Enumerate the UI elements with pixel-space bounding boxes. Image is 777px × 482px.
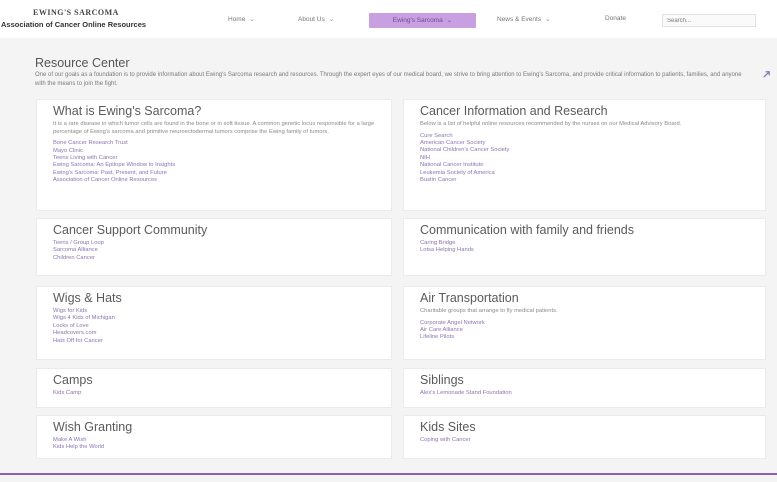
resource-link[interactable]: Make A Wish (53, 437, 379, 444)
nav-label: News & Events (497, 16, 542, 23)
card-title: Wigs & Hats (53, 291, 122, 305)
resource-link[interactable]: Bustin Cancer (420, 177, 753, 184)
link-list: Corporate Angel Network Air Care Allianc… (420, 320, 753, 342)
card-kids-sites: Kids Sites Coping with Cancer (403, 415, 766, 459)
card-description: Below is a list of helpful online resour… (420, 121, 682, 127)
resource-link[interactable]: Wigs 4 Kids of Michigan (53, 315, 379, 322)
link-list: Teens / Group Loop Sarcoma Alliance Chil… (53, 240, 379, 262)
card-title: Wish Granting (53, 420, 133, 434)
card-title: Cancer Information and Research (420, 104, 608, 118)
nav-item-ewings-sarcoma[interactable]: Ewing's Sarcoma ⌄ (369, 13, 476, 28)
card-cancer-information-research: Cancer Information and Research Below is… (403, 99, 766, 211)
page-intro: One of our goals as a foundation is to p… (35, 72, 742, 87)
nav-item-news-events[interactable]: News & Events ⌄ (497, 15, 551, 33)
card-title: Air Transportation (420, 291, 519, 305)
resource-link[interactable]: Children Cancer (53, 255, 379, 262)
resource-link[interactable]: Alex's Lemonade Stand Foundation (420, 390, 753, 397)
card-title: Kids Sites (420, 420, 476, 434)
resource-link[interactable]: American Cancer Society (420, 140, 753, 147)
logo-title: EWING'S SARCOMA (33, 8, 119, 17)
nav-label: Home (228, 16, 246, 23)
resource-link[interactable]: Ewing Sarcoma: An Epitope Window to Insi… (53, 162, 379, 169)
site-logo[interactable]: EWING'S SARCOMA Association of Cancer On… (0, 7, 222, 33)
resource-link[interactable]: Hats Off for Cancer (53, 338, 379, 345)
resource-link[interactable]: Wigs for Kids (53, 308, 379, 315)
nav-label: About Us (298, 16, 325, 23)
resource-link[interactable]: Caring Bridge (420, 240, 753, 247)
card-title: Cancer Support Community (53, 223, 208, 237)
card-description: Charitable groups that arrange to fly me… (420, 308, 558, 314)
card-what-is-ewings-sarcoma: What is Ewing's Sarcoma? It is a rare di… (36, 99, 392, 211)
resource-link[interactable]: Mayo Clinic (53, 148, 379, 155)
link-list: Caring Bridge Lotsa Helping Hands (420, 240, 753, 255)
page-title: Resource Center (35, 56, 130, 70)
link-list: Kids Camp (53, 390, 379, 397)
nav-item-about-us[interactable]: About Us ⌄ (298, 15, 334, 33)
nav-label: Ewing's Sarcoma (392, 17, 443, 24)
resource-link[interactable]: National Cancer Institute (420, 162, 753, 169)
resource-link[interactable]: Cure Search (420, 133, 753, 140)
resource-link[interactable]: NIH (420, 155, 753, 162)
link-list: Cure Search American Cancer Society Nati… (420, 133, 753, 185)
resource-link[interactable]: Bone Cancer Research Trust (53, 140, 379, 147)
arrow-icon[interactable] (762, 70, 771, 79)
card-title: Camps (53, 373, 93, 387)
chevron-down-icon: ⌄ (249, 16, 255, 23)
resource-link[interactable]: Leukemia Society of America (420, 170, 753, 177)
nav-item-home[interactable]: Home ⌄ (228, 15, 255, 33)
chevron-down-icon: ⌄ (545, 16, 551, 23)
resource-link[interactable]: Association of Cancer Online Resources (53, 177, 379, 184)
resource-link[interactable]: Headcovers.com (53, 330, 379, 337)
resource-link[interactable]: Ewing's Sarcoma: Past, Present, and Futu… (53, 170, 379, 177)
card-siblings: Siblings Alex's Lemonade Stand Foundatio… (403, 368, 766, 408)
top-navigation-bar: EWING'S SARCOMA Association of Cancer On… (0, 0, 777, 38)
link-list: Coping with Cancer (420, 437, 753, 444)
card-air-transportation: Air Transportation Charitable groups tha… (403, 286, 766, 360)
card-wigs-hats: Wigs & Hats Wigs for Kids Wigs 4 Kids of… (36, 286, 392, 360)
logo-subtitle: Association of Cancer Online Resources (1, 20, 147, 29)
resource-link[interactable]: Teens / Group Loop (53, 240, 379, 247)
chevron-down-icon: ⌄ (446, 17, 453, 24)
card-communication-family-friends: Communication with family and friends Ca… (403, 218, 766, 276)
search-input[interactable] (662, 14, 756, 27)
footer-divider (0, 473, 777, 475)
resource-link[interactable]: Sarcoma Alliance (53, 247, 379, 254)
nav-item-donate[interactable]: Donate (605, 15, 626, 33)
card-title: Communication with family and friends (420, 223, 634, 237)
link-list: Alex's Lemonade Stand Foundation (420, 390, 753, 397)
chevron-down-icon: ⌄ (328, 16, 335, 23)
resource-link[interactable]: Lotsa Helping Hands (420, 247, 753, 254)
resource-link[interactable]: Kids Camp (53, 390, 379, 397)
resource-link[interactable]: Teens Living with Cancer (53, 155, 379, 162)
nav-label: Donate (605, 15, 626, 22)
resource-link[interactable]: Locks of Love (53, 323, 379, 330)
card-cancer-support-community: Cancer Support Community Teens / Group L… (36, 218, 392, 276)
resource-link[interactable]: Coping with Cancer (420, 437, 753, 444)
resource-link[interactable]: Corporate Angel Network (420, 320, 753, 327)
card-description: It is a rare disease in which tumor cell… (53, 121, 375, 135)
link-list: Wigs for Kids Wigs 4 Kids of Michigan Lo… (53, 308, 379, 345)
card-title: What is Ewing's Sarcoma? (53, 104, 202, 118)
resource-link[interactable]: Air Care Alliance (420, 327, 753, 334)
link-list: Make A Wish Kids Help the World (53, 437, 379, 452)
card-title: Siblings (420, 373, 464, 387)
resource-link[interactable]: Lifeline Pilots (420, 334, 753, 341)
card-wish-granting: Wish Granting Make A Wish Kids Help the … (36, 415, 392, 459)
resource-link[interactable]: National Children's Cancer Society (420, 147, 753, 154)
card-camps: Camps Kids Camp (36, 368, 392, 408)
link-list: Bone Cancer Research Trust Mayo Clinic T… (53, 140, 379, 184)
resource-link[interactable]: Kids Help the World (53, 444, 379, 451)
